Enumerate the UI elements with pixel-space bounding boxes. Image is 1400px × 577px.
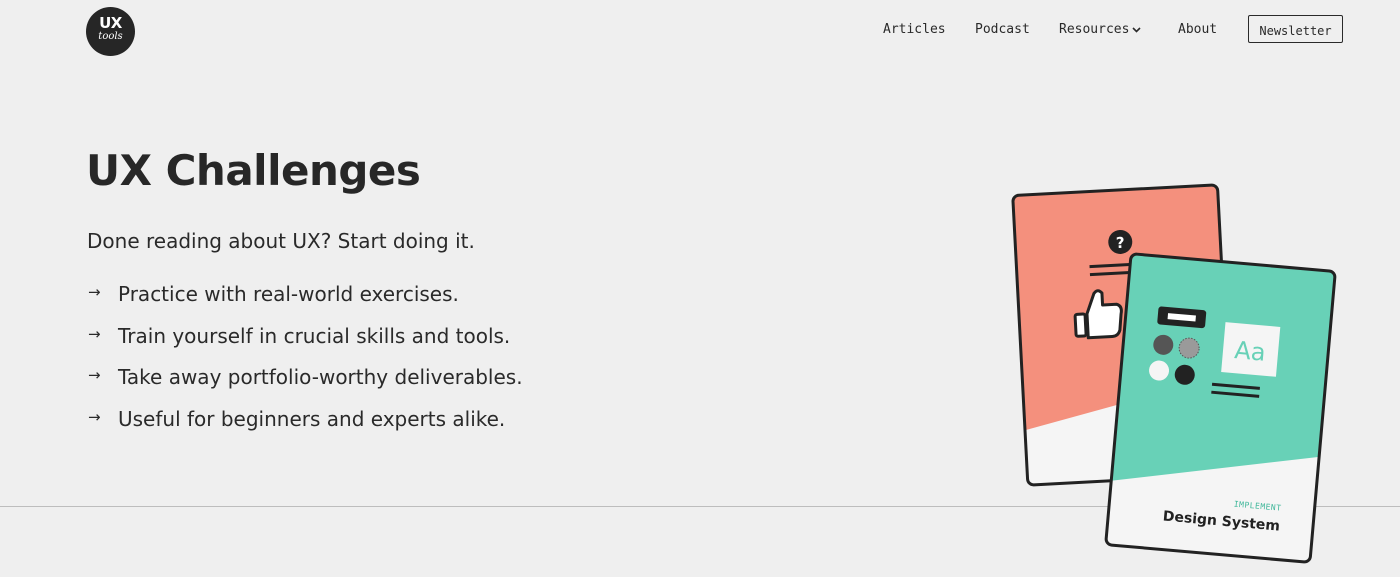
list-item: → Useful for beginners and experts alike… (88, 407, 523, 449)
type-sample: Aa (1233, 336, 1266, 367)
page-title: UX Challenges (86, 146, 421, 195)
page-subtitle: Done reading about UX? Start doing it. (87, 229, 475, 253)
front-card: Aa IMPLEMENT Design System (1104, 252, 1337, 564)
list-item-text: Train yourself in crucial skills and too… (118, 323, 511, 348)
nav-podcast[interactable]: Podcast (975, 22, 1030, 37)
challenge-cards-illustration: ? Aa IMPLEMENT Design System (1011, 183, 1337, 564)
chevron-down-icon (1132, 26, 1142, 33)
nav-resources-label: Resources (1059, 22, 1130, 37)
list-item: → Practice with real-world exercises. (88, 282, 523, 324)
nav-articles[interactable]: Articles (883, 22, 946, 37)
question-mark: ? (1116, 234, 1126, 252)
list-item-text: Practice with real-world exercises. (118, 282, 459, 306)
list-item-text: Useful for beginners and experts alike. (118, 406, 506, 431)
arrow-right-icon: → (88, 407, 101, 426)
nav-about[interactable]: About (1178, 22, 1217, 37)
arrow-right-icon: → (88, 366, 101, 384)
list-item: → Train yourself in crucial skills and t… (88, 324, 523, 366)
newsletter-button[interactable]: Newsletter (1248, 15, 1343, 43)
arrow-right-icon: → (88, 324, 101, 343)
list-item: → Take away portfolio-worthy deliverable… (88, 365, 523, 407)
uxtools-logo[interactable]: UX tools (86, 7, 135, 56)
arrow-right-icon: → (88, 283, 101, 301)
logo-ux-text: UX (99, 14, 122, 32)
nav-resources[interactable]: Resources (1059, 22, 1142, 37)
list-item-text: Take away portfolio-worthy deliverables. (118, 365, 523, 389)
benefits-list: → Practice with real-world exercises. → … (88, 282, 523, 448)
logo-tools-text: tools (98, 31, 123, 42)
